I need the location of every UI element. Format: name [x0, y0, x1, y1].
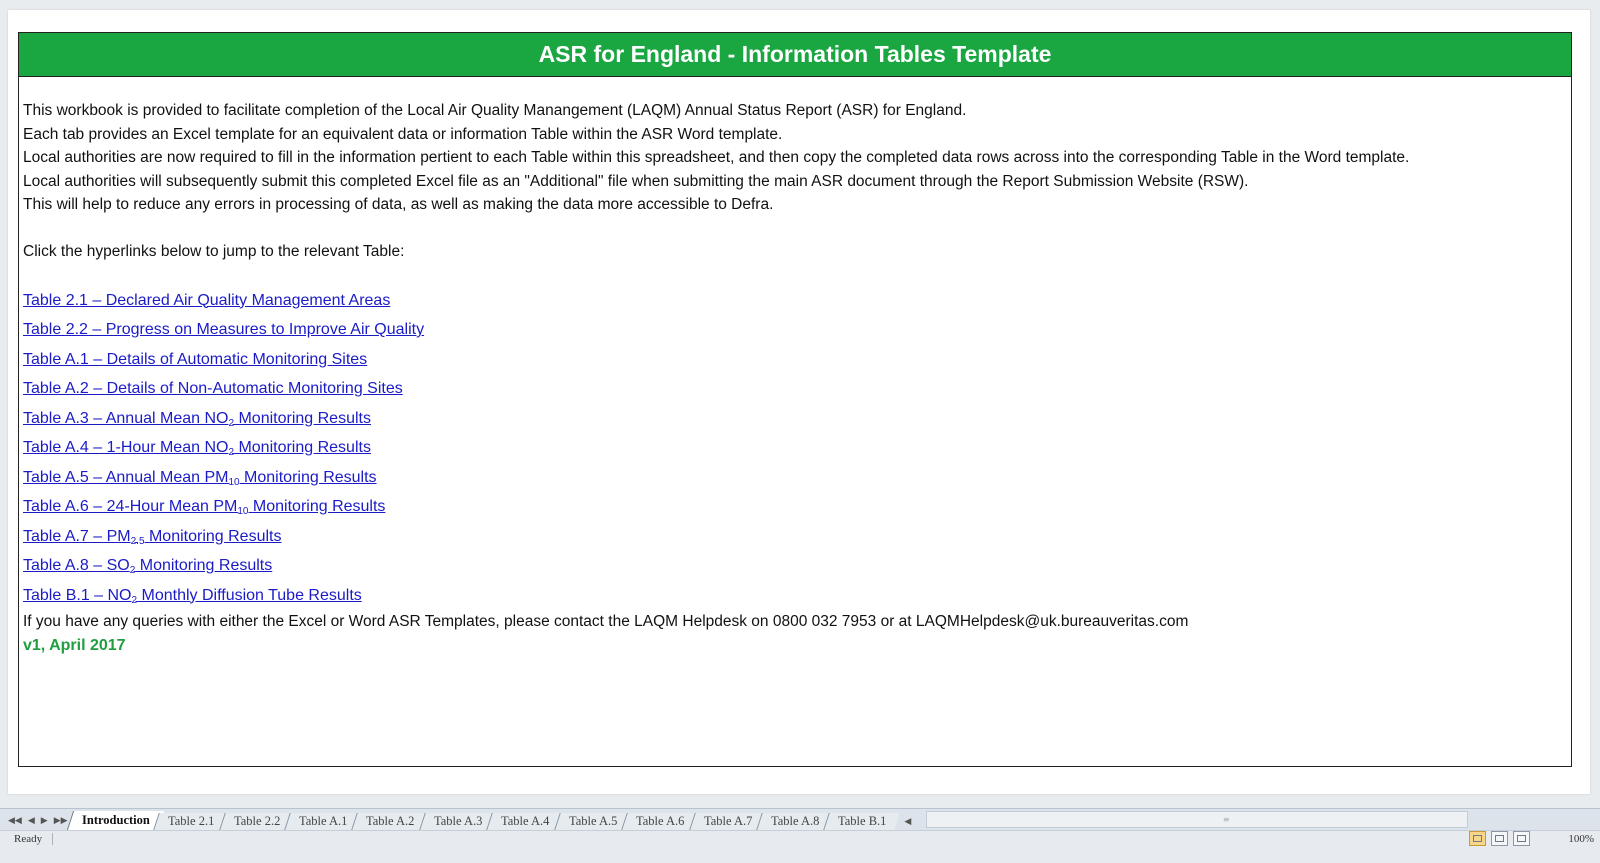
sheet-tab-bar: ◀◀ ◀ ▶ ▶▶ Introduction Table 2.1 Table 2… — [0, 808, 1600, 830]
link-table-b-1[interactable]: Table B.1 – NO2 Monthly Diffusion Tube R… — [23, 581, 1571, 611]
link-table-a-2[interactable]: Table A.2 – Details of Non-Automatic Mon… — [23, 374, 1571, 404]
status-divider — [52, 833, 53, 845]
sheet-tabs: Introduction Table 2.1 Table 2.2 Table A… — [66, 809, 901, 830]
link-table-2-1[interactable]: Table 2.1 – Declared Air Quality Managem… — [23, 286, 1571, 316]
intro-paragraph-2: Each tab provides an Excel template for … — [23, 125, 783, 143]
worksheet-area: ASR for England - Information Tables Tem… — [8, 10, 1590, 794]
version-label: v1, April 2017 — [23, 636, 126, 654]
introduction-panel: ASR for England - Information Tables Tem… — [18, 32, 1572, 767]
tab-table-a-8[interactable]: Table A.8 — [756, 813, 834, 830]
tab-table-a-7[interactable]: Table A.7 — [688, 813, 766, 830]
status-bar: Ready 100% — [0, 830, 1600, 863]
intro-paragraph-3: Local authorities are now required to fi… — [23, 149, 1410, 166]
status-ready: Ready — [14, 833, 43, 845]
tab-table-a-1[interactable]: Table A.1 — [284, 813, 362, 830]
page-title: ASR for England - Information Tables Tem… — [538, 41, 1052, 67]
tab-table-a-4[interactable]: Table A.4 — [486, 813, 564, 830]
link-table-a-7[interactable]: Table A.7 – PM2.5 Monitoring Results — [23, 522, 1571, 552]
table-links-list: Table 2.1 – Declared Air Quality Managem… — [23, 286, 1571, 611]
next-sheet-icon[interactable]: ▶ — [41, 815, 48, 826]
zoom-level[interactable]: 100% — [1568, 833, 1594, 845]
prev-sheet-icon[interactable]: ◀ — [28, 815, 35, 826]
view-buttons — [1469, 831, 1530, 846]
tab-table-b-1[interactable]: Table B.1 — [823, 813, 901, 830]
link-table-2-2[interactable]: Table 2.2 – Progress on Measures to Impr… — [23, 315, 1571, 345]
last-sheet-icon[interactable]: ▶▶ — [54, 815, 68, 826]
link-table-a-5[interactable]: Table A.5 – Annual Mean PM10 Monitoring … — [23, 463, 1571, 493]
page-layout-view-icon[interactable] — [1491, 831, 1508, 846]
intro-paragraph-5: This will help to reduce any errors in p… — [23, 196, 774, 213]
link-table-a-4[interactable]: Table A.4 – 1-Hour Mean NO2 Monitoring R… — [23, 433, 1571, 463]
first-sheet-icon[interactable]: ◀◀ — [8, 815, 22, 826]
tab-table-a-6[interactable]: Table A.6 — [621, 813, 699, 830]
page-break-view-icon[interactable] — [1513, 831, 1530, 846]
tab-table-a-2[interactable]: Table A.2 — [351, 813, 429, 830]
link-table-a-6[interactable]: Table A.6 – 24-Hour Mean PM10 Monitoring… — [23, 492, 1571, 522]
link-table-a-3[interactable]: Table A.3 – Annual Mean NO2 Monitoring R… — [23, 404, 1571, 434]
contact-text: If you have any queries with either the … — [23, 613, 1189, 630]
page-title-banner: ASR for England - Information Tables Tem… — [19, 33, 1571, 77]
tab-table-2-1[interactable]: Table 2.1 — [153, 813, 229, 830]
link-table-a-8[interactable]: Table A.8 – SO2 Monitoring Results — [23, 551, 1571, 581]
intro-paragraph-4: Local authorities will subsequently subm… — [23, 172, 1249, 190]
tab-table-2-2[interactable]: Table 2.2 — [218, 813, 294, 830]
intro-body: This workbook is provided to facilitate … — [19, 77, 1571, 657]
horizontal-scrollbar[interactable]: ≡ — [925, 811, 1468, 828]
link-table-a-1[interactable]: Table A.1 – Details of Automatic Monitor… — [23, 345, 1571, 375]
scroll-grip-icon: ≡ — [1222, 815, 1230, 824]
tab-table-a-5[interactable]: Table A.5 — [553, 813, 631, 830]
intro-paragraph-1: This workbook is provided to facilitate … — [23, 102, 967, 119]
normal-view-icon[interactable] — [1469, 831, 1486, 846]
tab-scroll-left-icon[interactable]: ◀ — [898, 813, 918, 830]
tab-table-a-3[interactable]: Table A.3 — [419, 813, 497, 830]
hyperlink-prompt: Click the hyperlinks below to jump to th… — [23, 243, 405, 260]
tab-introduction[interactable]: Introduction — [66, 811, 164, 830]
sheet-nav-arrows: ◀◀ ◀ ▶ ▶▶ — [0, 810, 68, 830]
